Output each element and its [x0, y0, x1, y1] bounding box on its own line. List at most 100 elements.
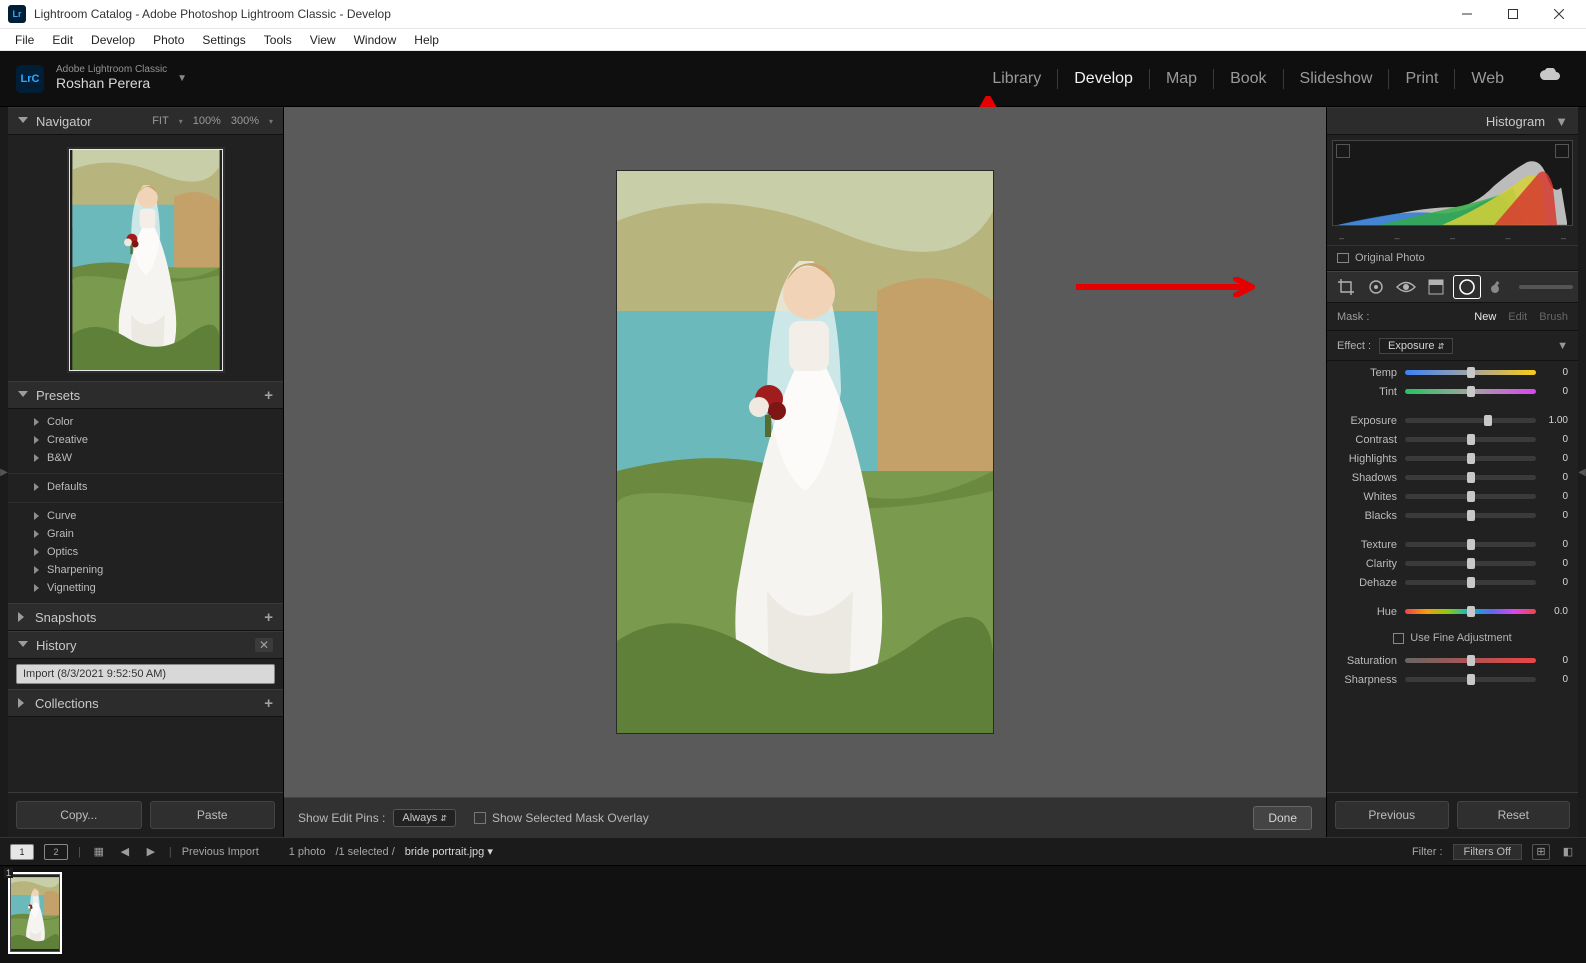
- module-print[interactable]: Print: [1389, 70, 1454, 88]
- identity-dropdown-icon[interactable]: ▼: [177, 73, 187, 84]
- prev-photo-icon[interactable]: ◀: [117, 844, 133, 860]
- preset-group[interactable]: Curve: [8, 507, 283, 525]
- filmstrip-thumb[interactable]: 1: [10, 874, 66, 958]
- slider-exposure[interactable]: Exposure1.00: [1327, 411, 1578, 430]
- preset-group[interactable]: Creative: [8, 431, 283, 449]
- mask-edit[interactable]: Edit: [1508, 311, 1527, 323]
- module-slideshow[interactable]: Slideshow: [1284, 70, 1389, 88]
- crop-tool-icon[interactable]: [1332, 275, 1360, 299]
- gradient-mask-tool-icon[interactable]: [1422, 275, 1450, 299]
- slider-sharpness[interactable]: Sharpness0: [1327, 670, 1578, 689]
- highlight-clip-icon[interactable]: [1555, 144, 1569, 158]
- zoom-300[interactable]: 300%: [221, 115, 259, 127]
- preset-group[interactable]: Optics: [8, 543, 283, 561]
- menu-develop[interactable]: Develop: [82, 30, 144, 50]
- slider-clarity[interactable]: Clarity0: [1327, 554, 1578, 573]
- histogram-header[interactable]: Histogram ▼: [1327, 107, 1578, 135]
- menu-settings[interactable]: Settings: [193, 30, 254, 50]
- edit-pins-label: Show Edit Pins :: [298, 811, 385, 825]
- module-library[interactable]: Library: [976, 70, 1057, 88]
- menu-window[interactable]: Window: [345, 30, 406, 50]
- histogram[interactable]: [1332, 140, 1573, 226]
- right-edge-handle[interactable]: ◀: [1578, 107, 1586, 837]
- snapshots-header[interactable]: Snapshots+: [8, 603, 283, 631]
- menu-help[interactable]: Help: [405, 30, 448, 50]
- filter-switch-icon[interactable]: ◧: [1560, 844, 1576, 860]
- slider-blacks[interactable]: Blacks0: [1327, 506, 1578, 525]
- original-photo-toggle[interactable]: Original Photo: [1327, 245, 1578, 271]
- slider-shadows[interactable]: Shadows0: [1327, 468, 1578, 487]
- main-photo[interactable]: [617, 171, 993, 733]
- preset-group[interactable]: Defaults: [8, 478, 283, 496]
- slider-tint[interactable]: Tint0: [1327, 382, 1578, 401]
- menu-edit[interactable]: Edit: [43, 30, 82, 50]
- radial-mask-tool-icon[interactable]: [1453, 275, 1481, 299]
- module-web[interactable]: Web: [1455, 70, 1520, 88]
- next-photo-icon[interactable]: ▶: [143, 844, 159, 860]
- grid-view-icon[interactable]: ▦: [91, 844, 107, 860]
- edit-pins-select[interactable]: Always ⇵: [393, 809, 456, 827]
- reset-button[interactable]: Reset: [1457, 801, 1571, 829]
- fine-adjustment-row[interactable]: Use Fine Adjustment: [1327, 627, 1578, 649]
- shadow-clip-icon[interactable]: [1336, 144, 1350, 158]
- zoom-100[interactable]: 100%: [183, 115, 221, 127]
- preset-group[interactable]: Grain: [8, 525, 283, 543]
- history-header[interactable]: History✕: [8, 631, 283, 659]
- slider-whites[interactable]: Whites0: [1327, 487, 1578, 506]
- slider-saturation[interactable]: Saturation0: [1327, 651, 1578, 670]
- cloud-sync-icon[interactable]: [1538, 68, 1562, 89]
- filter-dropdown[interactable]: Filters Off: [1453, 844, 1522, 860]
- presets-header[interactable]: Presets +: [8, 381, 283, 409]
- preset-group[interactable]: B&W: [8, 449, 283, 467]
- preset-group[interactable]: Color: [8, 413, 283, 431]
- panel-collapse-icon[interactable]: ▼: [1557, 340, 1568, 352]
- filter-lock-icon[interactable]: ⊞: [1532, 844, 1550, 860]
- window-title: Lightroom Catalog - Adobe Photoshop Ligh…: [34, 7, 391, 21]
- tool-amount-slider[interactable]: [1519, 285, 1573, 289]
- menu-file[interactable]: File: [6, 30, 43, 50]
- navigator-preview[interactable]: [8, 135, 283, 381]
- done-button[interactable]: Done: [1253, 806, 1312, 830]
- preset-group[interactable]: Vignetting: [8, 579, 283, 597]
- preset-group[interactable]: Sharpening: [8, 561, 283, 579]
- left-edge-handle[interactable]: ▶: [0, 107, 8, 837]
- canvas[interactable]: [284, 107, 1326, 797]
- copy-button[interactable]: Copy...: [16, 801, 142, 829]
- slider-hue[interactable]: Hue0.0: [1327, 602, 1578, 621]
- paste-button[interactable]: Paste: [150, 801, 276, 829]
- maximize-button[interactable]: [1490, 0, 1536, 29]
- screen-1-button[interactable]: 1: [10, 844, 34, 860]
- previous-button[interactable]: Previous: [1335, 801, 1449, 829]
- fine-adjustment-checkbox[interactable]: [1393, 633, 1404, 644]
- collections-header[interactable]: Collections+: [8, 689, 283, 717]
- spot-tool-icon[interactable]: [1362, 275, 1390, 299]
- history-entry[interactable]: Import (8/3/2021 9:52:50 AM): [16, 664, 275, 684]
- adjust-sliders: Temp0Tint0 Exposure1.00Contrast0Highlight…: [1327, 361, 1578, 627]
- redeye-tool-icon[interactable]: [1392, 275, 1420, 299]
- slider-highlights[interactable]: Highlights0: [1327, 449, 1578, 468]
- slider-contrast[interactable]: Contrast0: [1327, 430, 1578, 449]
- close-button[interactable]: [1536, 0, 1582, 29]
- menu-tools[interactable]: Tools: [255, 30, 301, 50]
- filmstrip[interactable]: 1: [0, 866, 1586, 963]
- menu-view[interactable]: View: [301, 30, 345, 50]
- mask-overlay-checkbox[interactable]: [474, 812, 486, 824]
- effect-dropdown[interactable]: Exposure ⇵: [1379, 338, 1453, 354]
- source-label[interactable]: Previous Import: [182, 846, 259, 858]
- screen-2-button[interactable]: 2: [44, 844, 68, 860]
- brush-tool-icon[interactable]: [1483, 275, 1511, 299]
- module-develop[interactable]: Develop: [1058, 70, 1149, 88]
- zoom-fit[interactable]: FIT: [142, 115, 169, 127]
- module-book[interactable]: Book: [1214, 70, 1282, 88]
- navigator-header[interactable]: Navigator FIT▾ 100% 300%▾: [8, 107, 283, 135]
- module-map[interactable]: Map: [1150, 70, 1213, 88]
- mask-brush[interactable]: Brush: [1539, 311, 1568, 323]
- slider-temp[interactable]: Temp0: [1327, 363, 1578, 382]
- app-icon: Lr: [8, 5, 26, 23]
- menu-photo[interactable]: Photo: [144, 30, 193, 50]
- slider-texture[interactable]: Texture0: [1327, 535, 1578, 554]
- current-filename[interactable]: bride portrait.jpg ▾: [405, 845, 493, 858]
- mask-new[interactable]: New: [1474, 311, 1496, 323]
- slider-dehaze[interactable]: Dehaze0: [1327, 573, 1578, 592]
- minimize-button[interactable]: [1444, 0, 1490, 29]
